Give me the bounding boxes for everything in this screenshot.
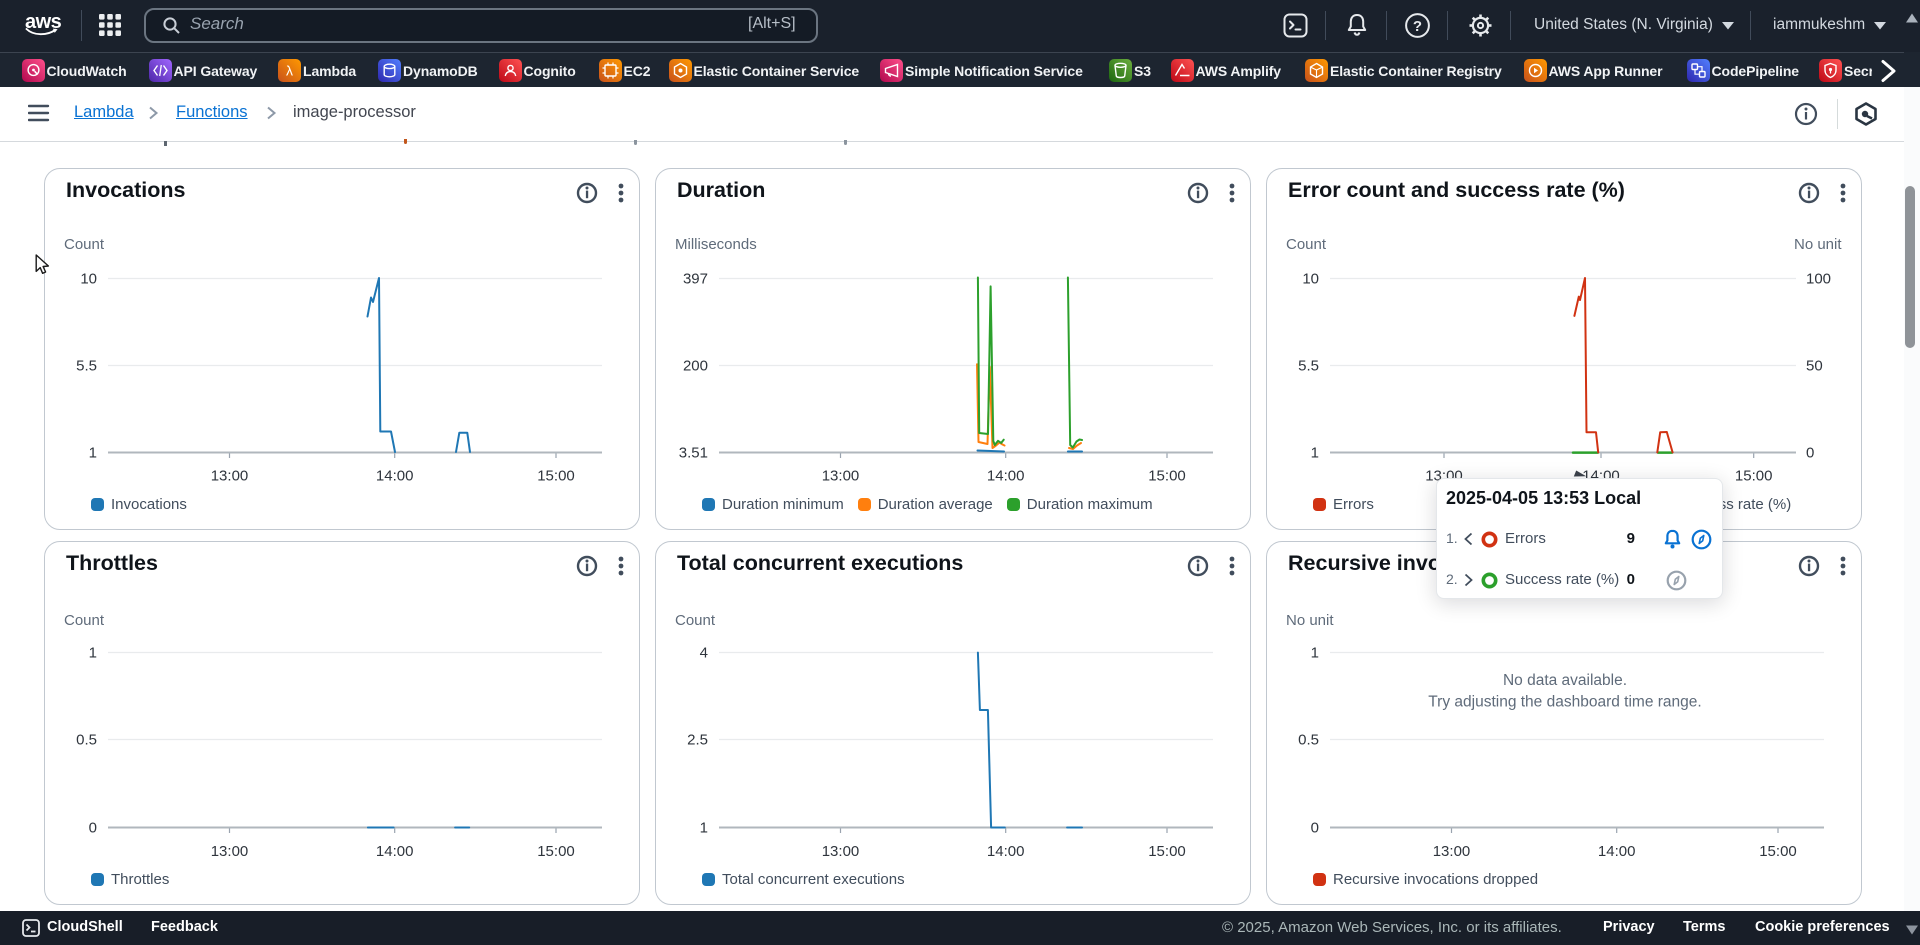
svg-text:1: 1 [89,645,97,662]
svg-text:Count: Count [64,236,105,253]
svg-text:15:00: 15:00 [537,468,575,485]
svg-text:1: 1 [1311,445,1319,462]
svg-text:?: ? [1413,18,1422,35]
svg-text:4: 4 [700,645,708,662]
svg-text:0: 0 [1806,445,1814,462]
svg-text:0: 0 [89,820,97,837]
svg-text:14:00: 14:00 [376,843,414,860]
svg-text:15:00: 15:00 [1735,468,1773,485]
svg-text:15:00: 15:00 [1148,843,1186,860]
svg-text:200: 200 [683,358,708,375]
svg-text:14:00: 14:00 [987,843,1025,860]
svg-text:0.5: 0.5 [1298,732,1319,749]
svg-text:15:00: 15:00 [1148,468,1186,485]
svg-text:0.5: 0.5 [76,732,97,749]
svg-text:Count: Count [675,612,716,629]
svg-text:5.5: 5.5 [76,358,97,375]
svg-text:Count: Count [64,612,105,629]
svg-text:1: 1 [89,445,97,462]
svg-text:13:00: 13:00 [1433,843,1471,860]
svg-text:15:00: 15:00 [1759,843,1797,860]
svg-text:13:00: 13:00 [211,468,249,485]
svg-text:2.5: 2.5 [687,732,708,749]
svg-text:5.5: 5.5 [1298,358,1319,375]
svg-text:14:00: 14:00 [376,468,414,485]
svg-text:15:00: 15:00 [537,843,575,860]
svg-text:λ: λ [286,63,293,79]
svg-text:13:00: 13:00 [211,843,249,860]
svg-text:Count: Count [1286,236,1327,253]
svg-text:1: 1 [700,820,708,837]
svg-text:13:00: 13:00 [822,468,860,485]
svg-text:3.51: 3.51 [679,445,708,462]
svg-text:397: 397 [683,271,708,288]
svg-text:10: 10 [80,271,97,288]
svg-text:14:00: 14:00 [987,468,1025,485]
svg-text:No data available.: No data available. [1503,672,1627,689]
svg-text:No unit: No unit [1794,236,1842,253]
svg-text:13:00: 13:00 [822,843,860,860]
svg-text:0: 0 [1311,820,1319,837]
svg-text:No unit: No unit [1286,612,1334,629]
svg-text:Try adjusting the dashboard ti: Try adjusting the dashboard time range. [1428,694,1701,711]
svg-text:Milliseconds: Milliseconds [675,236,757,253]
svg-text:14:00: 14:00 [1598,843,1636,860]
svg-text:10: 10 [1302,271,1319,288]
svg-text:1: 1 [1311,645,1319,662]
svg-text:50: 50 [1806,358,1823,375]
svg-text:100: 100 [1806,271,1831,288]
